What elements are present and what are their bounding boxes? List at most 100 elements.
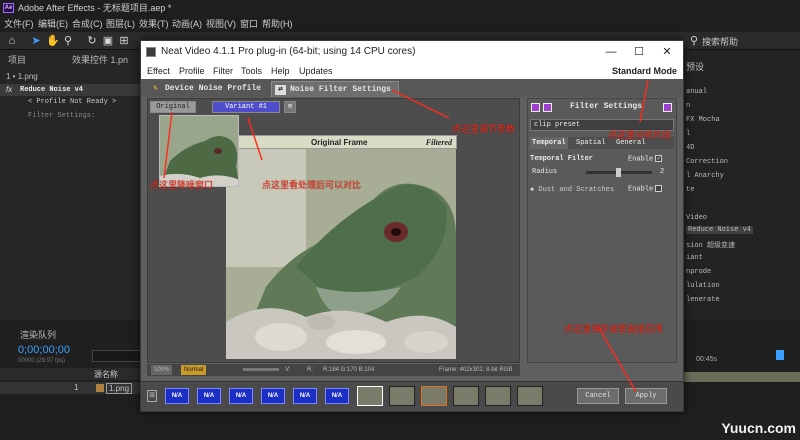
image-icon — [96, 384, 104, 392]
home-icon[interactable]: ⌂ — [6, 35, 18, 47]
frame-slot[interactable]: N/A — [165, 388, 189, 404]
menu-effect[interactable]: 效果(T) — [139, 16, 169, 32]
tab-spatial[interactable]: Spatial — [576, 137, 605, 149]
preset-item[interactable]: lulation — [686, 282, 720, 290]
temporal-filter-label: Temporal Filter — [530, 155, 594, 163]
preset-item[interactable]: Video — [686, 214, 707, 222]
preset-item[interactable]: FX Mocha — [686, 116, 720, 124]
compare-icon[interactable]: ⊞ — [284, 101, 296, 113]
preview-image[interactable] — [226, 137, 456, 359]
preset-item[interactable]: sion 超级变速 — [686, 240, 735, 250]
thumbnail-navigator[interactable] — [159, 115, 239, 187]
layer-bar[interactable] — [680, 372, 800, 382]
minimize-icon[interactable]: — — [597, 41, 625, 63]
frame-slot[interactable]: N/A — [197, 388, 221, 404]
preset-item[interactable]: nprode — [686, 268, 711, 276]
project-tab[interactable]: 项目 — [8, 53, 26, 67]
close-icon[interactable]: ✕ — [653, 41, 681, 63]
menu-tools[interactable]: Tools — [241, 63, 262, 79]
camera-tool-icon[interactable]: ▣ — [102, 35, 114, 47]
frame-thumbnail[interactable] — [485, 386, 511, 406]
frame-thumbnail[interactable] — [517, 386, 543, 406]
maximize-icon[interactable]: ☐ — [625, 41, 653, 63]
frame-slot[interactable]: N/A — [325, 388, 349, 404]
mode-label[interactable]: Standard Mode — [612, 63, 677, 79]
preset-item[interactable]: iant — [686, 254, 703, 262]
temporal-enable-checkbox[interactable]: ✓ — [655, 155, 663, 162]
radius-slider[interactable] — [586, 168, 652, 177]
search-icon[interactable]: ⚲ — [688, 35, 700, 47]
preset-item-selected[interactable]: Reduce Noise v4 — [686, 226, 754, 234]
selection-tool-icon[interactable]: ➤ — [30, 35, 42, 47]
preset-item[interactable]: lenerate — [686, 296, 720, 304]
time-ruler-label: 00:45s — [696, 356, 718, 363]
effect-row[interactable]: fx Reduce Noise v4 — [0, 84, 148, 96]
zoom-tool-icon[interactable]: ⚲ — [62, 35, 74, 47]
original-button[interactable]: Original — [150, 101, 196, 113]
menu-view[interactable]: 视图(V) — [206, 16, 236, 32]
menu-animation[interactable]: 动画(A) — [172, 16, 202, 32]
variant-button[interactable]: Variant #1 — [212, 101, 280, 113]
ae-logo-icon: Ae — [3, 3, 14, 13]
menu-layer[interactable]: 图层(L) — [106, 16, 135, 32]
menu-effect[interactable]: Effect — [147, 63, 170, 79]
preset-item[interactable]: anual — [686, 88, 707, 96]
radius-value[interactable]: 2 — [660, 168, 664, 176]
preset-item[interactable]: l Anarchy — [686, 172, 724, 180]
menu-edit[interactable]: 编辑(E) — [38, 16, 68, 32]
frame-thumbnail[interactable] — [357, 386, 383, 406]
tab-noise-filter-settings[interactable]: ⇄ Noise Filter Settings — [271, 81, 399, 97]
sequence-icon[interactable]: ⊞ — [147, 390, 157, 402]
menu-help[interactable]: Help — [271, 63, 290, 79]
menu-window[interactable]: 窗口 — [240, 16, 258, 32]
save-preset-icon[interactable] — [543, 103, 552, 112]
frame-thumbnail[interactable] — [389, 386, 415, 406]
tab-temporal[interactable]: Temporal — [530, 137, 568, 149]
menu-profile[interactable]: Profile — [179, 63, 205, 79]
frame-thumbnail[interactable] — [421, 386, 447, 406]
preset-item[interactable]: 4D — [686, 144, 694, 152]
effect-controls-tab[interactable]: 效果控件 1.pn — [72, 53, 128, 67]
hand-tool-icon[interactable]: ✋ — [46, 35, 60, 47]
frame-info: Frame: 402x302, 8-bit RGB — [439, 367, 513, 373]
rotate-tool-icon[interactable]: ↻ — [86, 35, 98, 47]
dust-enable[interactable]: Enable — [628, 185, 663, 193]
nv-title-text: Neat Video 4.1.1 Pro plug-in (64-bit; us… — [161, 46, 416, 57]
tab-device-noise-profile[interactable]: ✎ Device Noise Profile — [147, 81, 269, 97]
menu-updates[interactable]: Updates — [299, 63, 333, 79]
frame-slot[interactable]: N/A — [293, 388, 317, 404]
search-help-label[interactable]: 搜索帮助 — [702, 35, 738, 48]
view-mode-select[interactable]: Normal — [181, 365, 207, 375]
ae-title-text: Adobe After Effects - 无标题项目.aep * — [18, 3, 172, 13]
preset-item[interactable]: n — [686, 102, 690, 110]
pan-tool-icon[interactable]: ⊞ — [118, 35, 130, 47]
dust-enable-checkbox[interactable] — [655, 185, 663, 192]
menu-icon[interactable] — [663, 103, 672, 112]
frame-slot[interactable]: N/A — [229, 388, 253, 404]
radius-slider-thumb[interactable] — [615, 168, 621, 177]
project-panel: 项目 效果控件 1.pn 1 • 1.png fx Reduce Noise v… — [0, 50, 148, 320]
preset-item[interactable]: Correction — [686, 158, 728, 166]
layer-header: 源名称 — [0, 368, 140, 380]
menu-filter[interactable]: Filter — [213, 63, 233, 79]
timecode[interactable]: 0;00;00;00 — [18, 344, 70, 356]
preset-item[interactable]: te — [686, 186, 694, 194]
menu-composition[interactable]: 合成(C) — [72, 16, 103, 32]
cancel-button[interactable]: Cancel — [577, 388, 619, 404]
zoom-select[interactable]: 100% — [151, 365, 173, 375]
frame-thumbnail[interactable] — [453, 386, 479, 406]
layer-row[interactable]: 1 1.png — [0, 382, 140, 394]
watermark: Yuucn.com — [721, 420, 796, 436]
render-queue-tab[interactable]: 渲染队列 — [20, 328, 56, 342]
layer-name[interactable]: 1.png — [106, 383, 133, 394]
load-preset-icon[interactable] — [531, 103, 540, 112]
apply-button[interactable]: Apply — [625, 388, 667, 404]
view-slider[interactable] — [243, 368, 279, 371]
menu-help[interactable]: 帮助(H) — [262, 16, 293, 32]
frame-slot[interactable]: N/A — [261, 388, 285, 404]
temporal-enable[interactable]: Enable ✓ — [628, 155, 663, 163]
timeline-search-input[interactable] — [92, 350, 142, 362]
menu-file[interactable]: 文件(F) — [4, 16, 34, 32]
preset-item[interactable]: l — [686, 130, 690, 138]
playhead-icon[interactable] — [776, 350, 784, 360]
